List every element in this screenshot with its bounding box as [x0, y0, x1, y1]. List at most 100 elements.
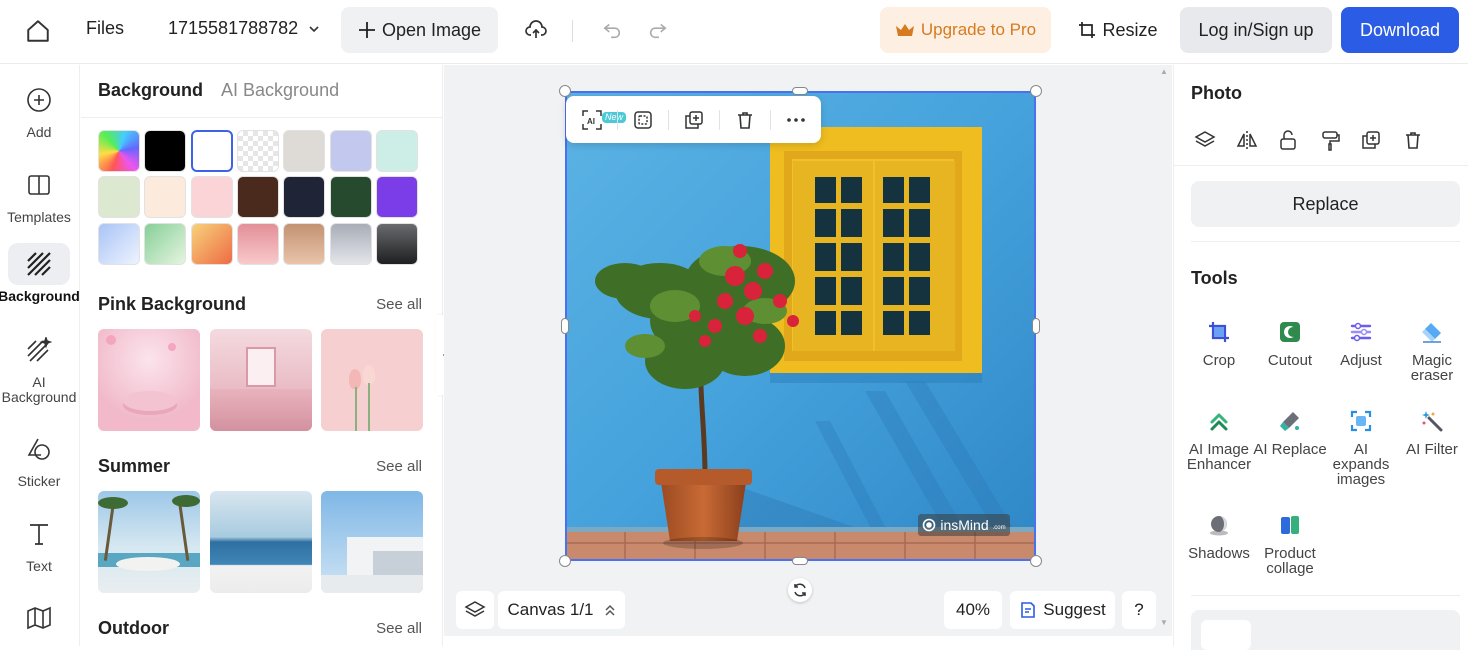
tool-crop[interactable]: Crop	[1182, 319, 1256, 368]
lock-icon[interactable]	[1275, 127, 1301, 153]
suggest-button[interactable]: Suggest	[1010, 591, 1115, 629]
swatch-grad-orange[interactable]	[191, 223, 233, 265]
pink-thumb-2[interactable]	[210, 329, 312, 431]
panel-tabs: Background AI Background	[98, 80, 339, 101]
cutout-icon	[1277, 319, 1303, 345]
rail-item-more[interactable]	[0, 597, 78, 643]
tool-shadows[interactable]: Shadows	[1182, 512, 1256, 561]
swatch-forest[interactable]	[330, 176, 372, 218]
download-button[interactable]: Download	[1341, 7, 1459, 53]
duplicate-icon[interactable]	[1358, 127, 1384, 153]
swatch-white-selected[interactable]	[191, 130, 233, 172]
swatch-lavender[interactable]	[330, 130, 372, 172]
paint-roller-icon[interactable]	[1317, 127, 1343, 153]
resize-handle-bottom-left[interactable]	[559, 555, 571, 567]
swatch-grad-silver[interactable]	[330, 223, 372, 265]
summer-thumb-3[interactable]	[321, 491, 423, 593]
layers-button[interactable]	[456, 591, 494, 629]
swatch-purple[interactable]	[376, 176, 418, 218]
upgrade-label: Upgrade to Pro	[920, 20, 1037, 39]
resize-handle-top-right[interactable]	[1030, 85, 1042, 97]
swatch-navy[interactable]	[283, 176, 325, 218]
swatch-rainbow[interactable]	[98, 130, 140, 172]
swatch-grad-blue[interactable]	[98, 223, 140, 265]
trash-icon[interactable]	[1400, 127, 1426, 153]
rail-item-add[interactable]: Add	[0, 79, 78, 140]
summer-thumb-2[interactable]	[210, 491, 312, 593]
help-button[interactable]: ?	[1122, 591, 1156, 629]
rotate-handle[interactable]	[788, 578, 812, 602]
canvas-photo[interactable]	[565, 91, 1036, 561]
swatch-pink[interactable]	[191, 176, 233, 218]
toolbar-divider	[719, 110, 720, 130]
swatch-brown[interactable]	[237, 176, 279, 218]
scroll-down-arrow[interactable]: ▼	[1160, 618, 1168, 627]
resize-handle-bottom[interactable]	[792, 557, 808, 565]
swatch-peach[interactable]	[144, 176, 186, 218]
replace-button[interactable]: Replace	[1191, 181, 1460, 227]
resize-handle-left[interactable]	[561, 318, 569, 334]
swatch-transparent[interactable]	[237, 130, 279, 172]
resize-handle-right[interactable]	[1032, 318, 1040, 334]
tool-label-ai-replace: AI Replace	[1253, 441, 1327, 458]
canvas-pages-button[interactable]: Canvas 1/1	[498, 591, 625, 629]
files-menu[interactable]: Files	[86, 18, 124, 39]
scroll-up-arrow[interactable]: ▲	[1160, 67, 1168, 76]
tool-ai-replace[interactable]: AI Replace	[1253, 408, 1327, 457]
rail-item-background[interactable]: Background	[0, 243, 80, 304]
tool-magic-eraser[interactable]: Magic eraser	[1395, 319, 1468, 383]
resize-handle-top[interactable]	[792, 87, 808, 95]
tool-label-product-collage: Product collage	[1264, 545, 1316, 577]
rail-label-text: Text	[26, 558, 52, 574]
undo-icon[interactable]	[597, 15, 627, 45]
see-all-summer[interactable]: See all	[376, 458, 422, 475]
flip-icon[interactable]	[1234, 127, 1260, 153]
rail-item-ai-background[interactable]: AI Background	[0, 329, 78, 405]
tool-ai-filter[interactable]: AI Filter	[1395, 408, 1468, 457]
rail-item-templates[interactable]: Templates	[0, 164, 78, 225]
swatch-grad-green[interactable]	[144, 223, 186, 265]
swatch-pale-green[interactable]	[98, 176, 140, 218]
tab-ai-background[interactable]: AI Background	[221, 80, 339, 101]
ai-tool-button[interactable]: AI New	[578, 106, 627, 134]
tool-ai-image-enhancer[interactable]: AI Image Enhancer	[1182, 408, 1256, 472]
layer-order-icon[interactable]	[1192, 127, 1218, 153]
swatch-black[interactable]	[144, 130, 186, 172]
see-all-outdoor[interactable]: See all	[376, 620, 422, 637]
tool-label-crop: Crop	[1202, 352, 1236, 369]
resize-button[interactable]: Resize	[1076, 10, 1160, 50]
swatch-grad-dark[interactable]	[376, 223, 418, 265]
resize-handle-top-left[interactable]	[559, 85, 571, 97]
select-area-button[interactable]	[629, 106, 657, 134]
file-name-dropdown[interactable]: 1715581788782	[168, 18, 320, 39]
open-image-button[interactable]: Open Image	[341, 7, 498, 53]
upgrade-to-pro-button[interactable]: Upgrade to Pro	[880, 7, 1051, 53]
duplicate-button[interactable]	[680, 106, 708, 134]
pink-thumb-1[interactable]	[98, 329, 200, 431]
rail-item-sticker[interactable]: Sticker	[0, 428, 78, 489]
tool-ai-expands-images[interactable]: AI expands images	[1324, 408, 1398, 487]
tool-label-ai-filter: AI Filter	[1406, 441, 1458, 458]
resize-handle-bottom-right[interactable]	[1030, 555, 1042, 567]
tab-background[interactable]: Background	[98, 80, 203, 101]
pink-thumb-3[interactable]	[321, 329, 423, 431]
delete-button[interactable]	[731, 106, 759, 134]
toolbar-divider	[617, 110, 618, 130]
summer-thumb-1[interactable]	[98, 491, 200, 593]
redo-icon[interactable]	[643, 15, 673, 45]
more-dots-icon	[786, 117, 806, 123]
zoom-level[interactable]: 40%	[944, 591, 1002, 629]
rail-item-text[interactable]: Text	[0, 513, 78, 574]
see-all-pink[interactable]: See all	[376, 296, 422, 313]
swatch-mint[interactable]	[376, 130, 418, 172]
cloud-upload-icon[interactable]	[520, 14, 552, 46]
login-signup-button[interactable]: Log in/Sign up	[1180, 7, 1332, 53]
tool-adjust[interactable]: Adjust	[1324, 319, 1398, 368]
swatch-light-gray[interactable]	[283, 130, 325, 172]
swatch-grad-tan[interactable]	[283, 223, 325, 265]
tool-product-collage[interactable]: Product collage	[1253, 512, 1327, 576]
tool-cutout[interactable]: Cutout	[1253, 319, 1327, 368]
home-icon[interactable]	[20, 13, 56, 49]
more-options-button[interactable]	[782, 106, 810, 134]
swatch-grad-pink[interactable]	[237, 223, 279, 265]
